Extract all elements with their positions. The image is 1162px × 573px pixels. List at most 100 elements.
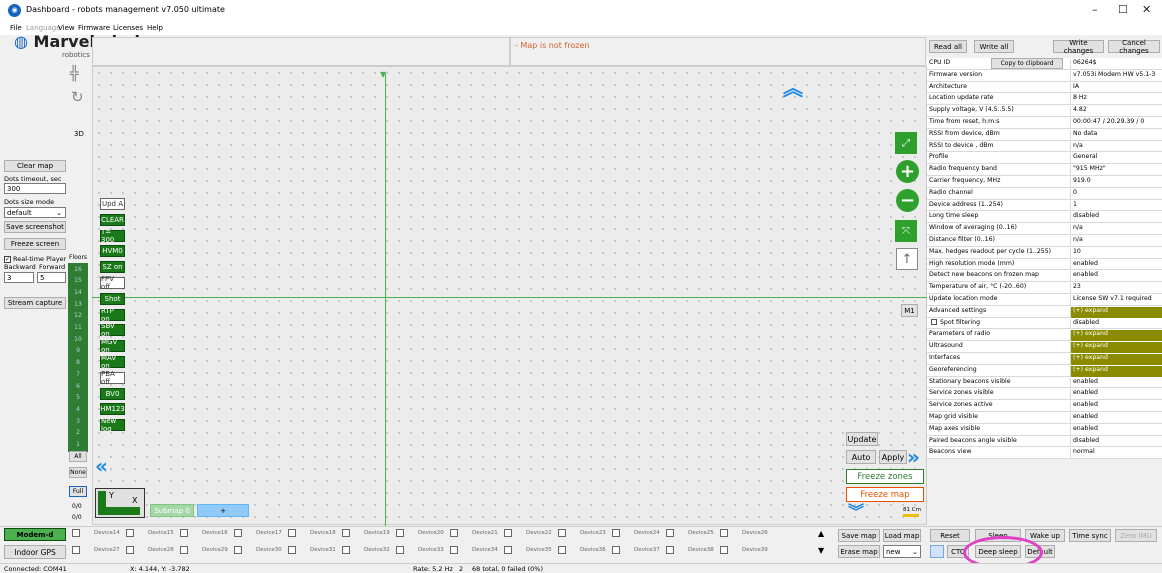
minimize-button[interactable]: – — [1092, 3, 1098, 16]
device-checkbox[interactable] — [180, 546, 188, 554]
spot-filter-checkbox[interactable] — [931, 318, 937, 325]
floors-none-button[interactable]: None — [69, 467, 87, 478]
device-item[interactable]: Device24 — [612, 529, 664, 537]
save-map-button[interactable]: Save map — [838, 529, 880, 542]
save-screenshot-button[interactable]: Save screenshot — [4, 221, 66, 233]
setting-value[interactable]: normal — [1070, 448, 1162, 460]
scroll-right-icon[interactable]: » — [907, 445, 920, 469]
submap-button[interactable]: Submap 0 — [150, 504, 194, 517]
freeze-screen-button[interactable]: Freeze screen — [4, 238, 66, 250]
menu-file[interactable]: File — [10, 24, 22, 32]
device-checkbox[interactable] — [720, 546, 728, 554]
device-item[interactable]: Device33 — [396, 546, 448, 554]
backward-input[interactable]: 3 — [4, 272, 34, 283]
setting-value[interactable]: 8 Hz — [1070, 94, 1162, 106]
copy-clipboard-button[interactable]: Copy to clipboard — [991, 58, 1063, 69]
erase-map-button[interactable]: Erase map — [838, 545, 880, 558]
center-icon[interactable]: ⤧ — [895, 220, 917, 242]
dots-timeout-input[interactable]: 300 — [4, 183, 66, 194]
device-item[interactable]: Device16 — [180, 529, 232, 537]
setting-value[interactable]: enabled — [1070, 271, 1162, 283]
scroll-up-arrow-icon[interactable]: ▲ — [818, 529, 824, 538]
device-item[interactable]: Device18 — [288, 529, 340, 537]
time-sync-button[interactable]: Time sync — [1069, 529, 1111, 542]
device-item[interactable]: Device36 — [558, 546, 610, 554]
scroll-left-icon[interactable]: « — [95, 454, 108, 478]
map-toggle-button[interactable]: CLEAR — [100, 213, 125, 226]
setting-value[interactable]: 0 — [1070, 188, 1162, 200]
device-item[interactable]: Device35 — [504, 546, 556, 554]
setting-value[interactable]: n/a — [1070, 141, 1162, 153]
crosshair-icon[interactable]: ╬ — [70, 66, 78, 82]
device-checkbox[interactable] — [72, 529, 80, 537]
map-toggle-button[interactable]: MAV on — [100, 354, 125, 370]
device-checkbox[interactable] — [504, 546, 512, 554]
apply-button[interactable]: Apply — [879, 450, 907, 464]
auto-button[interactable]: Auto — [846, 450, 876, 464]
device-item[interactable]: Device20 — [396, 529, 448, 537]
device-checkbox[interactable] — [234, 546, 242, 554]
setting-value[interactable]: enabled — [1070, 413, 1162, 424]
indoor-gps-button[interactable]: Indoor GPS — [4, 545, 66, 559]
setting-value[interactable]: enabled — [1070, 389, 1162, 401]
device-checkbox[interactable] — [288, 546, 296, 554]
m1-button[interactable]: M1 — [901, 304, 918, 317]
map-toggle-button[interactable]: HVM0 — [100, 245, 125, 258]
device-item[interactable]: Device26 — [720, 529, 772, 537]
read-all-button[interactable]: Read all — [929, 40, 967, 53]
device-item[interactable]: Device37 — [612, 546, 664, 554]
setting-value[interactable]: enabled — [1070, 259, 1162, 271]
setting-value[interactable]: n/a — [1070, 236, 1162, 247]
map-toggle-button[interactable]: BV0 — [100, 387, 125, 400]
device-checkbox[interactable] — [450, 529, 458, 537]
floors-all-button[interactable]: All — [69, 451, 87, 462]
device-checkbox[interactable] — [612, 529, 620, 537]
floor-item[interactable]: 1 — [68, 438, 88, 452]
floors-full-button[interactable]: Full — [69, 486, 87, 497]
setting-value[interactable]: enabled — [1070, 377, 1162, 389]
setting-value[interactable]: 4.82 — [1070, 106, 1162, 117]
setting-value[interactable]: n/a — [1070, 224, 1162, 235]
device-item[interactable]: Device14 — [72, 529, 124, 537]
zero-imu-button[interactable]: Zero IMU — [1115, 529, 1157, 542]
map-toggle-button[interactable]: New log — [100, 417, 125, 433]
scroll-up-icon[interactable]: ︽ — [783, 72, 803, 101]
setting-value[interactable]: 23 — [1070, 283, 1162, 294]
reset-button[interactable]: Reset — [930, 529, 970, 542]
setting-value[interactable]: "915 MHz" — [1070, 165, 1162, 176]
setting-value[interactable]: General — [1070, 153, 1162, 165]
map-toggle-button[interactable]: RTP on — [100, 307, 125, 323]
device-item[interactable]: Device27 — [72, 546, 124, 554]
device-item[interactable]: Device34 — [450, 546, 502, 554]
map-canvas[interactable] — [92, 66, 927, 525]
device-checkbox[interactable] — [342, 546, 350, 554]
3d-button[interactable]: 3D — [74, 130, 84, 138]
setting-value[interactable]: 06264$ — [1070, 59, 1162, 70]
map-toggle-button[interactable]: Shot — [100, 292, 125, 305]
setting-value[interactable]: disabled — [1070, 318, 1162, 330]
realtime-player-checkbox[interactable]: ✓ Real-time Player — [4, 255, 66, 263]
device-item[interactable]: Device17 — [234, 529, 286, 537]
device-checkbox[interactable] — [396, 546, 404, 554]
freeze-zones-button[interactable]: Freeze zones — [846, 469, 924, 484]
map-toggle-button[interactable]: T= 300 — [100, 228, 125, 244]
setting-value[interactable]: 919.0 — [1070, 177, 1162, 188]
setting-value[interactable]: (+) expand — [1070, 330, 1162, 342]
setting-value[interactable]: enabled — [1070, 401, 1162, 412]
device-item[interactable]: Device30 — [234, 546, 286, 554]
menu-language[interactable]: Language — [26, 24, 61, 32]
write-all-button[interactable]: Write all — [974, 40, 1014, 53]
map-toggle-button[interactable]: MGV on — [100, 338, 125, 354]
rotate-icon[interactable]: ↻ — [71, 88, 84, 106]
device-item[interactable]: Device31 — [288, 546, 340, 554]
map-toggle-button[interactable]: PBA off — [100, 370, 125, 386]
device-item[interactable]: Device38 — [666, 546, 718, 554]
map-name-select[interactable]: new ⌄ — [883, 545, 921, 558]
device-item[interactable]: Device25 — [666, 529, 718, 537]
device-checkbox[interactable] — [612, 546, 620, 554]
map-toggle-button[interactable]: HM123 — [100, 403, 125, 416]
arrow-up-icon[interactable]: ↑ — [896, 248, 918, 270]
forward-input[interactable]: 5 — [37, 272, 66, 283]
setting-value[interactable]: disabled — [1070, 212, 1162, 224]
map-toggle-button[interactable]: SZ on — [100, 261, 125, 274]
